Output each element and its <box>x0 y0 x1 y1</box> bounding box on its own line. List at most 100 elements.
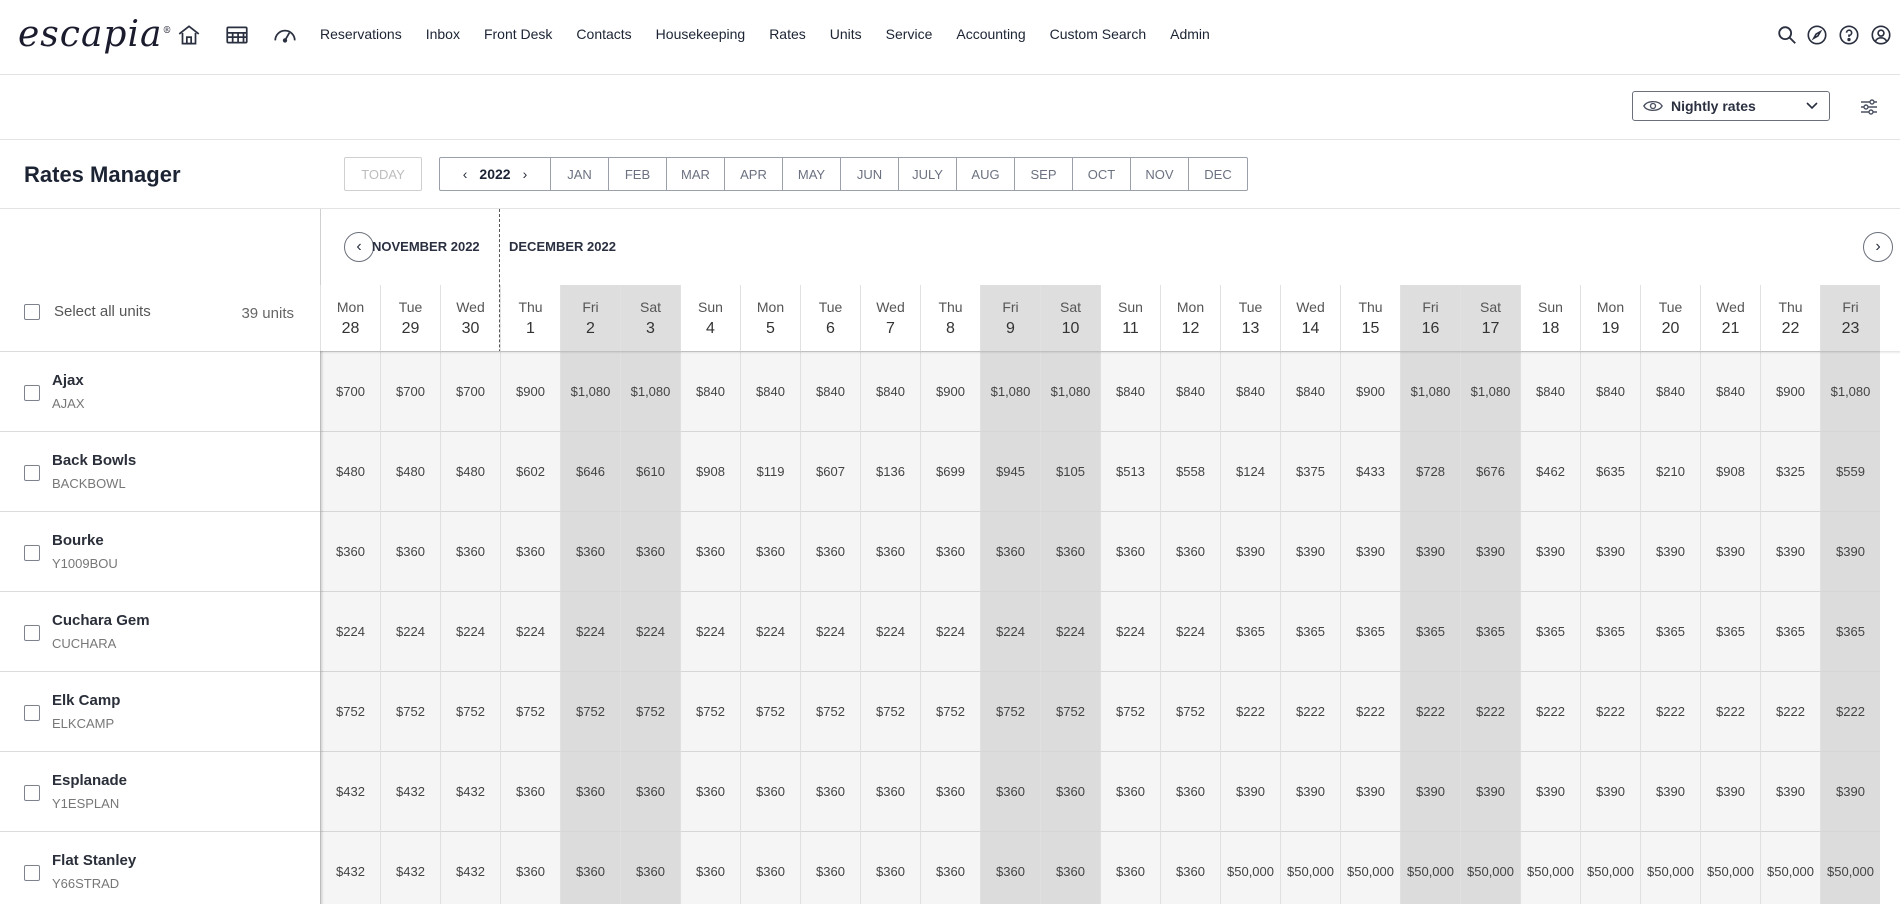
rate-cell[interactable]: $360 <box>500 831 560 904</box>
select-all-checkbox[interactable] <box>24 303 40 320</box>
rate-cell[interactable]: $840 <box>1520 351 1580 431</box>
rate-cell[interactable]: $432 <box>320 831 380 904</box>
rate-cell[interactable]: $390 <box>1580 751 1640 831</box>
rate-cell[interactable]: $752 <box>1040 671 1100 751</box>
rate-cell[interactable]: $559 <box>1820 431 1880 511</box>
rate-cell[interactable]: $360 <box>1100 751 1160 831</box>
rate-cell[interactable]: $513 <box>1100 431 1160 511</box>
rate-cell[interactable]: $224 <box>500 591 560 671</box>
rate-cell[interactable]: $390 <box>1700 751 1760 831</box>
rate-cell[interactable]: $50,000 <box>1220 831 1280 904</box>
month-nov[interactable]: NOV <box>1131 158 1189 190</box>
rate-cell[interactable]: $752 <box>560 671 620 751</box>
rate-cell[interactable]: $360 <box>980 751 1040 831</box>
month-oct[interactable]: OCT <box>1073 158 1131 190</box>
unit-name[interactable]: Elk Camp <box>52 692 120 709</box>
rate-cell[interactable]: $390 <box>1340 511 1400 591</box>
rate-cell[interactable]: $360 <box>980 511 1040 591</box>
unit-checkbox[interactable] <box>24 385 40 401</box>
view-mode-select[interactable]: Nightly rates <box>1632 91 1830 121</box>
rate-cell[interactable]: $224 <box>560 591 620 671</box>
rate-cell[interactable]: $360 <box>980 831 1040 904</box>
rate-cell[interactable]: $752 <box>1100 671 1160 751</box>
rate-cell[interactable]: $840 <box>680 351 740 431</box>
rate-cell[interactable]: $222 <box>1220 671 1280 751</box>
filter-sliders-icon[interactable] <box>1860 98 1878 116</box>
rate-cell[interactable]: $700 <box>440 351 500 431</box>
rate-cell[interactable]: $360 <box>1040 511 1100 591</box>
rate-cell[interactable]: $360 <box>740 751 800 831</box>
month-mar[interactable]: MAR <box>667 158 725 190</box>
rate-cell[interactable]: $1,080 <box>1040 351 1100 431</box>
rate-cell[interactable]: $50,000 <box>1820 831 1880 904</box>
rate-cell[interactable]: $224 <box>1040 591 1100 671</box>
rate-cell[interactable]: $1,080 <box>620 351 680 431</box>
search-icon[interactable] <box>1776 24 1798 46</box>
rate-cell[interactable]: $50,000 <box>1580 831 1640 904</box>
rate-cell[interactable]: $908 <box>1700 431 1760 511</box>
unit-checkbox[interactable] <box>24 705 40 721</box>
rate-cell[interactable]: $1,080 <box>980 351 1040 431</box>
rate-cell[interactable]: $1,080 <box>1400 351 1460 431</box>
rate-cell[interactable]: $607 <box>800 431 860 511</box>
rate-cell[interactable]: $105 <box>1040 431 1100 511</box>
rate-cell[interactable]: $840 <box>1220 351 1280 431</box>
prev-year-button[interactable]: ‹ <box>463 166 468 182</box>
rate-cell[interactable]: $390 <box>1640 511 1700 591</box>
today-button[interactable]: TODAY <box>344 157 422 191</box>
rate-cell[interactable]: $50,000 <box>1400 831 1460 904</box>
rate-cell[interactable]: $360 <box>680 831 740 904</box>
unit-name[interactable]: Bourke <box>52 532 104 549</box>
rate-cell[interactable]: $432 <box>380 831 440 904</box>
rate-cell[interactable]: $752 <box>440 671 500 751</box>
rate-cell[interactable]: $365 <box>1580 591 1640 671</box>
rate-cell[interactable]: $840 <box>1700 351 1760 431</box>
rate-cell[interactable]: $360 <box>800 751 860 831</box>
rate-cell[interactable]: $222 <box>1520 671 1580 751</box>
rate-cell[interactable]: $360 <box>920 511 980 591</box>
menu-rates[interactable]: Rates <box>769 26 806 42</box>
rate-cell[interactable]: $224 <box>860 591 920 671</box>
rate-cell[interactable]: $840 <box>1640 351 1700 431</box>
user-account-icon[interactable] <box>1870 24 1892 46</box>
menu-accounting[interactable]: Accounting <box>956 26 1025 42</box>
rate-cell[interactable]: $433 <box>1340 431 1400 511</box>
rate-cell[interactable]: $360 <box>620 751 680 831</box>
month-apr[interactable]: APR <box>725 158 783 190</box>
rate-cell[interactable]: $224 <box>1160 591 1220 671</box>
rate-cell[interactable]: $752 <box>740 671 800 751</box>
rate-cell[interactable]: $360 <box>1040 751 1100 831</box>
rate-cell[interactable]: $224 <box>440 591 500 671</box>
rate-cell[interactable]: $390 <box>1580 511 1640 591</box>
unit-name[interactable]: Esplanade <box>52 772 127 789</box>
rate-cell[interactable]: $752 <box>1160 671 1220 751</box>
rate-cell[interactable]: $1,080 <box>1460 351 1520 431</box>
month-jul[interactable]: JULY <box>899 158 957 190</box>
rate-cell[interactable]: $360 <box>860 831 920 904</box>
rate-cell[interactable]: $360 <box>680 511 740 591</box>
month-may[interactable]: MAY <box>783 158 841 190</box>
rate-cell[interactable]: $462 <box>1520 431 1580 511</box>
rate-cell[interactable]: $432 <box>320 751 380 831</box>
rate-cell[interactable]: $222 <box>1340 671 1400 751</box>
rate-cell[interactable]: $480 <box>380 431 440 511</box>
rate-cell[interactable]: $700 <box>320 351 380 431</box>
prev-dates-button[interactable]: ‹ <box>344 232 374 262</box>
rate-cell[interactable]: $360 <box>380 511 440 591</box>
unit-name[interactable]: Cuchara Gem <box>52 612 150 629</box>
menu-inbox[interactable]: Inbox <box>426 26 460 42</box>
rate-cell[interactable]: $375 <box>1280 431 1340 511</box>
rate-cell[interactable]: $728 <box>1400 431 1460 511</box>
rate-cell[interactable]: $360 <box>500 751 560 831</box>
rate-cell[interactable]: $900 <box>1340 351 1400 431</box>
rate-cell[interactable]: $699 <box>920 431 980 511</box>
menu-admin[interactable]: Admin <box>1170 26 1210 42</box>
rate-cell[interactable]: $360 <box>620 511 680 591</box>
rate-cell[interactable]: $390 <box>1760 751 1820 831</box>
month-aug[interactable]: AUG <box>957 158 1015 190</box>
month-jan[interactable]: JAN <box>551 158 609 190</box>
rate-cell[interactable]: $222 <box>1280 671 1340 751</box>
rate-cell[interactable]: $360 <box>500 511 560 591</box>
rate-cell[interactable]: $676 <box>1460 431 1520 511</box>
rate-cell[interactable]: $360 <box>440 511 500 591</box>
